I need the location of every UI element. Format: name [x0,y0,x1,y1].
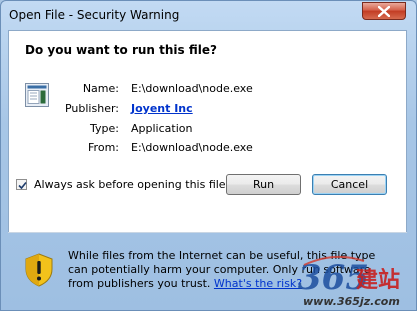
whats-the-risk-link[interactable]: What's the risk? [214,277,302,290]
shield-warning-icon [25,253,53,287]
dialog-heading: Do you want to run this file? [25,43,217,57]
main-panel: Do you want to run this file? Name: E:\d… [8,30,407,233]
checkmark-icon [18,181,27,190]
window-title: Open File - Security Warning [9,8,180,22]
title-bar[interactable]: Open File - Security Warning [1,1,416,29]
application-file-icon [25,83,49,107]
cancel-button[interactable]: Cancel [312,174,387,195]
publisher-label: Publisher: [64,102,119,115]
name-value: E:\download\node.exe [131,82,253,95]
close-button[interactable] [362,2,406,20]
name-label: Name: [82,82,119,95]
always-ask-label: Always ask before opening this file [34,178,226,191]
publisher-link[interactable]: Joyent Inc [131,102,193,115]
run-button[interactable]: Run [226,174,301,195]
always-ask-checkbox[interactable] [16,179,27,190]
svg-text:建站: 建站 [356,268,400,293]
watermark-url: www.365jz.com [303,295,400,308]
close-icon [378,6,390,17]
type-value: Application [131,122,193,135]
from-value: E:\download\node.exe [131,141,253,154]
from-label: From: [88,141,119,154]
type-label: Type: [90,122,119,135]
